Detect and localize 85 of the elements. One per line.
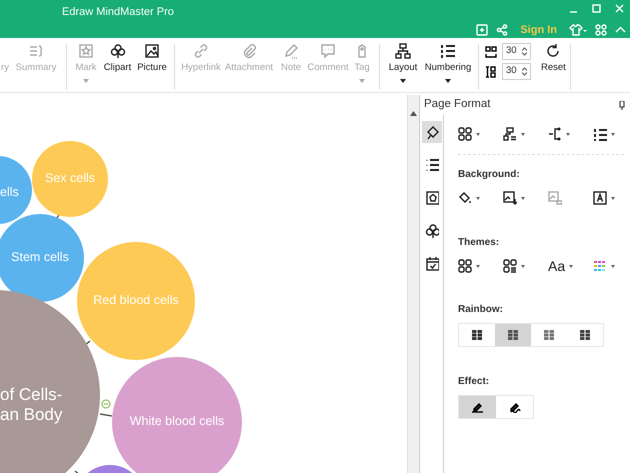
brush-icon (424, 124, 438, 140)
section-heading: Rainbow: (458, 303, 504, 317)
caret-icon (569, 264, 574, 268)
text-box-icon (593, 191, 607, 205)
spin-arrows-icon[interactable] (522, 47, 527, 56)
caret-icon (476, 264, 480, 268)
window-title: Edraw MindMaster Pro (62, 5, 174, 20)
close-icon[interactable] (615, 4, 624, 13)
calendar-icon (424, 256, 438, 272)
caret-icon (476, 132, 480, 136)
caret-icon (566, 132, 570, 136)
maximize-icon[interactable] (592, 4, 601, 13)
grid-list-icon (503, 259, 517, 273)
toolbar-button[interactable]: Layout (384, 43, 422, 83)
image-add-icon (503, 191, 517, 205)
shirt-icon[interactable] (569, 24, 587, 36)
pen-icon (508, 401, 521, 413)
numbering-icon (440, 43, 456, 59)
summary-icon (28, 43, 44, 59)
caret-icon (359, 79, 365, 83)
pin-icon[interactable] (619, 100, 625, 110)
pen-icon (471, 401, 484, 413)
table-icon (544, 330, 554, 340)
node-label: ells (0, 185, 19, 200)
reset-icon (545, 43, 562, 59)
fullscreen-icon[interactable] (476, 24, 488, 36)
picture-icon (144, 43, 160, 59)
collapse-toggle-icon[interactable] (101, 399, 111, 409)
node-label: Stem cells (10, 250, 70, 265)
scroll-up-icon[interactable] (410, 111, 418, 116)
org-chart-icon (503, 127, 517, 141)
table-icon (580, 330, 590, 340)
comment-icon (320, 43, 336, 59)
grid-icon (458, 259, 472, 273)
caret-icon (611, 196, 615, 200)
mark-icon (78, 43, 94, 59)
mark-icon (424, 190, 438, 206)
numbered-list-icon (593, 127, 607, 141)
horizontal-spacing-field[interactable]: 30 (502, 43, 531, 60)
toolbar-button[interactable]: Picture (134, 43, 170, 74)
dropdown-button[interactable]: Aa (548, 256, 581, 276)
node-label: of Cells- an Body (0, 385, 62, 426)
caret-icon (476, 196, 480, 200)
share-icon[interactable] (496, 24, 508, 36)
layout-icon (395, 43, 411, 59)
branch-icon (548, 127, 562, 141)
height-spacing-icon (485, 66, 497, 78)
toolbar-button[interactable]: Numbering (422, 43, 474, 83)
section-heading: Effect: (458, 375, 490, 389)
image-delete-icon (548, 191, 562, 205)
font-sample: Aa (548, 259, 566, 273)
style-option[interactable] (459, 396, 496, 418)
color-palette-icon (593, 259, 607, 273)
caret-icon (521, 132, 525, 136)
sign-in-button[interactable]: Sign In (518, 22, 559, 38)
section-heading: Themes: (458, 236, 500, 250)
caret-icon (400, 79, 406, 83)
section-heading: Background: (458, 168, 521, 182)
toolbar-button[interactable]: Clipart (101, 43, 134, 74)
spin-arrows-icon[interactable] (522, 67, 527, 76)
link-icon (193, 43, 209, 59)
table-icon (508, 330, 518, 340)
pencil-icon (283, 43, 299, 59)
vertical-spacing-field[interactable]: 30 (502, 63, 531, 80)
clover-icon (424, 223, 438, 239)
caret-icon (445, 79, 451, 83)
clover-icon (110, 43, 126, 59)
caret-icon (521, 196, 525, 200)
caret-icon (83, 79, 89, 83)
side-tab[interactable] (422, 121, 442, 143)
caret-icon (611, 132, 615, 136)
width-spacing-icon (485, 46, 497, 58)
list-icon (424, 157, 438, 173)
node-label: White blood cells (128, 414, 226, 429)
table-icon (472, 330, 482, 340)
paperclip-icon (241, 43, 257, 59)
grid-icon[interactable] (595, 24, 607, 36)
node-label: Red blood cells (92, 293, 180, 308)
caret-icon (611, 264, 615, 268)
reset-button[interactable]: Reset (541, 43, 566, 74)
grid-icon (458, 127, 472, 141)
node-label: Sex cells (44, 171, 96, 186)
caret-icon (521, 264, 525, 268)
panel-title: Page Format (424, 97, 490, 112)
paint-bucket-icon (458, 191, 472, 205)
